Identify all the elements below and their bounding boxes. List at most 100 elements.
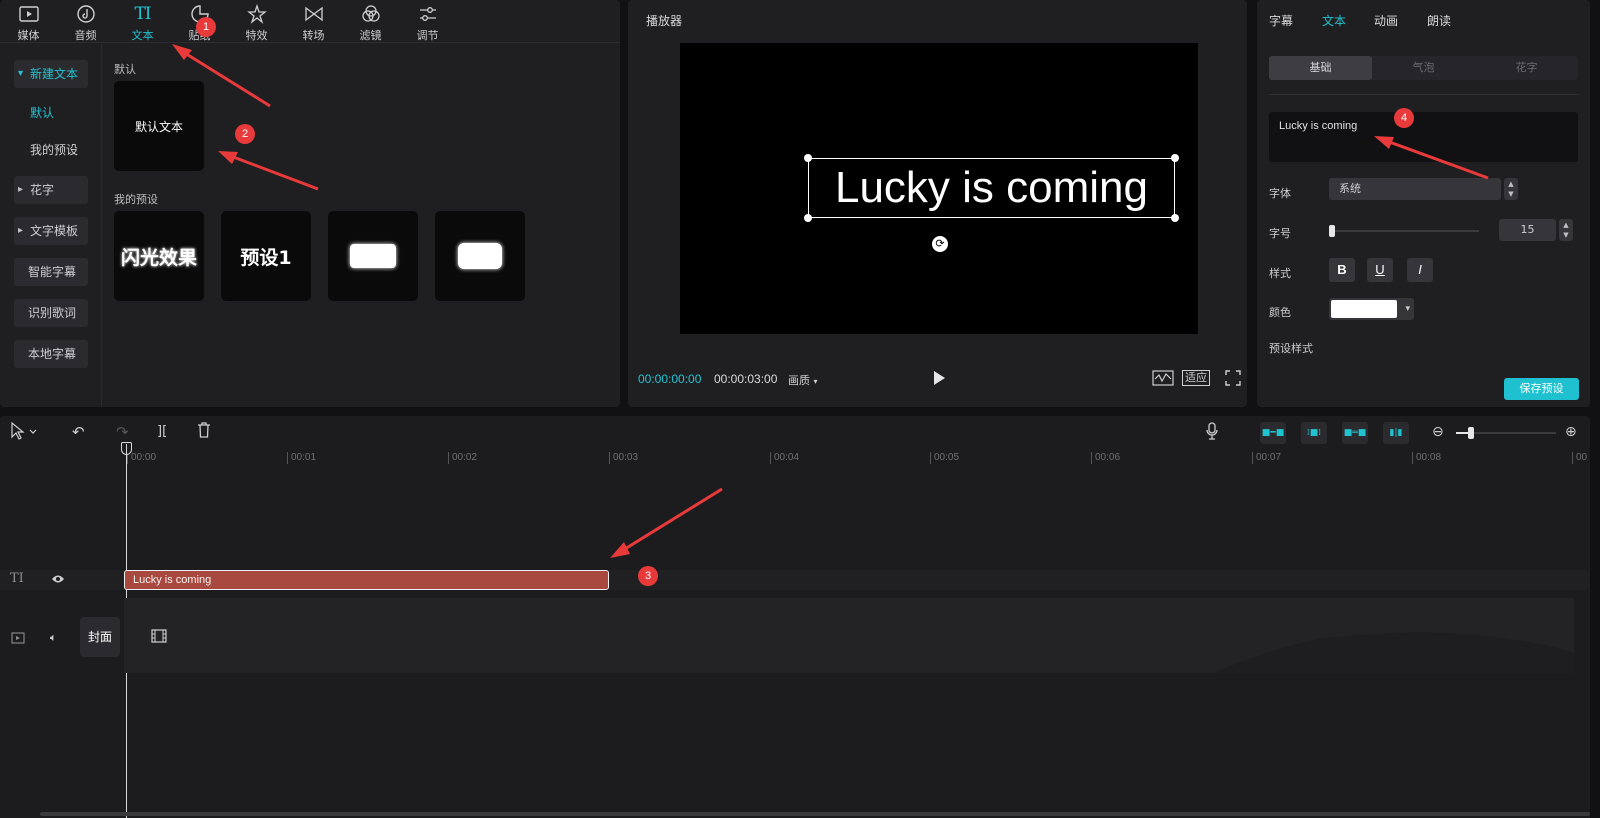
auto-link-button[interactable]: ⁞■⁞: [1301, 422, 1327, 444]
resize-handle-bottom-left[interactable]: [804, 214, 812, 222]
section-default-label: 默认: [114, 63, 136, 76]
player-title: 播放器: [646, 14, 683, 28]
slider-handle[interactable]: [1329, 225, 1335, 237]
category-transition[interactable]: 转场: [285, 0, 342, 43]
ruler-tick: 00:04: [770, 452, 799, 464]
italic-button[interactable]: I: [1407, 258, 1433, 282]
card-label: 闪光效果: [120, 246, 197, 269]
tab-text[interactable]: 文本: [1322, 12, 1346, 29]
size-spinner[interactable]: ▲ ▼: [1559, 219, 1573, 241]
ruler-tick: 00:08: [1412, 452, 1441, 464]
category-label: 转场: [302, 29, 325, 42]
category-adjust[interactable]: 调节: [399, 0, 456, 43]
font-select[interactable]: 系统: [1329, 178, 1501, 200]
player-panel: 播放器 Lucky is coming ⟳ 00:00:00:00 00:00:…: [628, 0, 1247, 407]
size-input[interactable]: 15: [1499, 219, 1556, 241]
preset-card-flash[interactable]: 闪光效果: [114, 211, 204, 301]
category-audio[interactable]: 音频: [57, 0, 114, 43]
segment-basic[interactable]: 基础: [1269, 56, 1372, 80]
rotate-icon[interactable]: ⟳: [932, 236, 948, 252]
resource-panel: 媒体 音频 TI 文本 贴纸 特效 转场 滤镜 调节 ▾ 新建文本 默认 我的预…: [0, 0, 620, 407]
subnav-my-presets[interactable]: 我的预设: [30, 136, 78, 164]
category-effects[interactable]: 特效: [228, 0, 285, 43]
quality-dropdown[interactable]: 画质 ▾: [788, 372, 818, 388]
ruler-tick: 00:07: [1252, 452, 1281, 464]
annotation-badge-1: 1: [196, 17, 216, 37]
slider-handle[interactable]: [1468, 427, 1474, 439]
tab-read-aloud[interactable]: 朗读: [1427, 12, 1451, 29]
eye-icon[interactable]: [51, 573, 65, 588]
fit-button[interactable]: 适应: [1182, 370, 1210, 386]
section-presets-label: 我的预设: [114, 193, 158, 206]
category-label: 音频: [74, 29, 97, 42]
text-icon: TI: [134, 4, 151, 24]
text-selection-box[interactable]: Lucky is coming: [804, 154, 1179, 222]
video-track-icon: [11, 632, 25, 647]
zoom-out-icon[interactable]: ⊖: [1432, 422, 1444, 442]
cover-button[interactable]: 封面: [80, 617, 120, 657]
select-tool-icon[interactable]: [10, 421, 38, 442]
preset-card-3[interactable]: [328, 211, 418, 301]
ruler-tick: 00:02: [448, 452, 477, 464]
fullscreen-icon[interactable]: [1225, 370, 1241, 389]
category-media[interactable]: 媒体: [0, 0, 57, 43]
quality-label: 画质: [788, 374, 810, 387]
resize-handle-bottom-right[interactable]: [1171, 214, 1179, 222]
subnav-local-subtitles[interactable]: 本地字幕: [14, 340, 88, 368]
total-timecode: 00:00:03:00: [714, 372, 778, 386]
chevron-down-icon: ▾: [1405, 304, 1410, 314]
magnet-snap-button[interactable]: ■━■: [1260, 422, 1286, 444]
text-clip[interactable]: Lucky is coming: [124, 570, 609, 590]
zoom-in-icon[interactable]: ⊕: [1565, 422, 1577, 442]
properties-panel: 字幕 文本 动画 朗读 基础 气泡 花字 Lucky is coming 字体 …: [1257, 0, 1590, 407]
video-preview[interactable]: Lucky is coming ⟳: [680, 43, 1198, 334]
preset-style-label: 预设样式: [1269, 342, 1313, 355]
category-text[interactable]: TI 文本: [114, 0, 171, 43]
zoom-slider[interactable]: [1456, 427, 1556, 439]
segment-bubble[interactable]: 气泡: [1372, 56, 1475, 80]
speaker-icon[interactable]: 🔈︎: [50, 631, 57, 645]
preview-axis-button[interactable]: ▮|▮: [1383, 422, 1409, 444]
preset-card-1[interactable]: 预设1: [221, 211, 311, 301]
size-slider[interactable]: [1329, 225, 1479, 237]
waveform-icon[interactable]: [1152, 370, 1174, 389]
default-text-card[interactable]: 默认文本: [114, 81, 204, 171]
linkage-button[interactable]: ■═■: [1342, 422, 1368, 444]
tab-animation[interactable]: 动画: [1374, 12, 1398, 29]
timeline-scrollbar[interactable]: [40, 812, 1590, 816]
color-picker[interactable]: ▾: [1329, 298, 1414, 320]
color-swatch: [1331, 300, 1397, 318]
subnav-smart-subtitles[interactable]: 智能字幕: [14, 258, 88, 286]
font-spinner[interactable]: ▲ ▼: [1504, 178, 1518, 200]
play-icon[interactable]: [932, 370, 946, 389]
zoom-slider-fill: [1456, 432, 1468, 434]
split-icon[interactable]: ][: [157, 422, 167, 442]
bold-button[interactable]: B: [1329, 258, 1355, 282]
text-content-input[interactable]: Lucky is coming: [1269, 112, 1578, 162]
tab-subtitles[interactable]: 字幕: [1269, 12, 1293, 29]
segment-fancy[interactable]: 花字: [1475, 56, 1578, 80]
save-preset-button[interactable]: 保存预设: [1504, 378, 1579, 400]
resize-handle-top-right[interactable]: [1171, 154, 1179, 162]
main-video-track[interactable]: [124, 598, 1574, 673]
category-label: 调节: [416, 29, 439, 42]
underline-button[interactable]: U: [1367, 258, 1393, 282]
subnav-new-text[interactable]: 新建文本: [14, 60, 88, 88]
text-track-icon: TI: [10, 571, 24, 586]
subnav-text-template[interactable]: 文字模板: [14, 217, 88, 245]
resize-handle-top-left[interactable]: [804, 154, 812, 162]
subnav-default[interactable]: 默认: [30, 99, 54, 127]
audio-icon: [75, 3, 97, 25]
delete-icon[interactable]: [197, 422, 211, 442]
annotation-badge-4: 4: [1394, 108, 1414, 128]
preset-card-4[interactable]: [435, 211, 525, 301]
category-filter[interactable]: 滤镜: [342, 0, 399, 43]
redo-icon[interactable]: ↷: [116, 422, 129, 442]
subnav-fancy-text[interactable]: 花字: [14, 176, 88, 204]
time-ruler[interactable]: 00:00 00:01 00:02 00:03 00:04 00:05 00:0…: [0, 448, 1590, 470]
microphone-icon[interactable]: [1206, 422, 1218, 442]
category-label: 滤镜: [359, 29, 382, 42]
category-toolbar: 媒体 音频 TI 文本 贴纸 特效 转场 滤镜 调节: [0, 0, 620, 43]
subnav-recognize-lyrics[interactable]: 识别歌词: [14, 299, 88, 327]
undo-icon[interactable]: ↶: [72, 422, 85, 442]
